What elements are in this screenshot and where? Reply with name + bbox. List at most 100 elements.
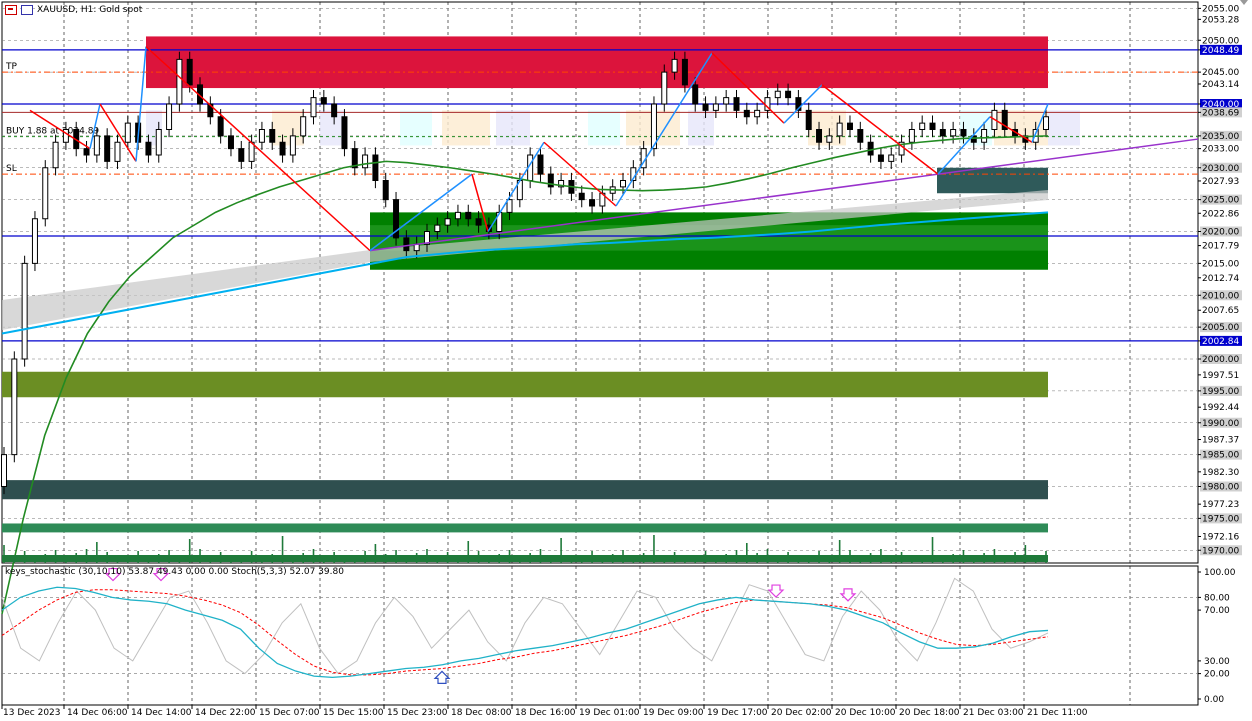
indicator-label: keys_stochastic (30,10,10) 53.87 49.43 0… [5,567,344,577]
candle-body [258,129,265,143]
candle-body [589,199,596,207]
candle-body [300,116,307,137]
price-tick-label: 2043.14 [1202,80,1239,90]
scroll-arrow-icon[interactable] [1240,0,1248,5]
candle-body [836,122,843,137]
candle-body [774,90,781,99]
candle-body [919,122,926,130]
candle-body [981,129,988,143]
time-tick-label: 13 Dec 2023 [3,708,61,718]
candle-body [929,122,936,130]
time-tick-label: 20 Dec 10:00 [835,708,896,718]
tp-label: TP [5,62,17,72]
time-tick-label: 15 Dec 07:00 [259,708,320,718]
candle-body [681,58,688,86]
time-tick-label: 15 Dec 23:00 [387,708,448,718]
candle-body [1,454,7,487]
price-tick-label: 2007.65 [1202,306,1239,316]
session-box [1048,110,1080,146]
candle-body [950,129,957,137]
price-tick-label: 2035.00 [1202,132,1239,142]
price-tick-label: 1982.30 [1202,468,1239,478]
candle-body [31,218,38,264]
candle-body [475,218,482,226]
price-tick-label: 2048.49 [1202,46,1239,56]
candle-body [1043,116,1049,130]
price-tick-label: 2015.00 [1202,259,1239,269]
time-tick-label: 14 Dec 22:00 [195,708,256,718]
buy-label: BUY 1.88 at 2034.89 [6,127,99,137]
time-tick-label: 15 Dec 15:00 [323,708,384,718]
price-tick-label: 1992.44 [1202,403,1239,413]
time-tick-label: 18 Dec 16:00 [515,708,576,718]
candle-body [52,141,59,169]
candle-body [723,97,730,105]
time-tick-label: 19 Dec 09:00 [643,708,704,718]
session-box [442,110,490,146]
candle-body [465,211,472,220]
candle-body [186,58,193,86]
session-box [400,110,432,146]
candle-body [238,148,245,162]
chart-icon [5,5,17,15]
candle-body [846,122,853,130]
candle-body [42,167,49,220]
candle-body [785,90,792,99]
candle-body [578,192,585,201]
price-tick-label: 2002.84 [1202,337,1239,347]
candle-body [227,135,234,150]
candle-body [269,129,276,143]
candle-body [805,109,812,130]
zone-resistance [146,36,1048,89]
zone-slate [2,480,1048,500]
symbol-label: XAUUSD, H1: Gold spot [37,5,143,15]
price-tick-label: 2010.00 [1202,291,1239,301]
session-box [588,110,620,146]
candle-body [155,129,162,156]
time-tick-label: 18 Dec 08:00 [451,708,512,718]
candle-body [21,262,28,360]
candle-body [217,116,224,137]
time-tick-label: 20 Dec 02:00 [771,708,832,718]
candle-body [310,97,317,118]
candle-body [11,358,18,456]
window-icon [21,5,33,15]
stoch-tick-label: 80.00 [1204,593,1230,603]
stoch-tick-label: 20.00 [1204,670,1230,680]
price-tick-label: 1970.00 [1202,546,1239,556]
volume-base [2,555,1048,562]
candle-body [176,58,183,105]
price-tick-label: 2053.28 [1202,15,1239,25]
chart-area[interactable]: 13 Dec 2023 14 Dec 06:00 14 Dec 14:00 14 De… [0,0,1252,721]
session-box [496,110,530,146]
zone-olive [2,371,1048,398]
price-tick-label: 2012.74 [1202,274,1239,284]
price-tick-label: 2045.00 [1202,68,1239,78]
candle-body [403,237,410,252]
candle-body [454,211,461,220]
stoch-tick-label: 0.00 [1204,695,1224,705]
price-tick-label: 1980.00 [1202,483,1239,493]
stoch-tick-label: 70.00 [1204,606,1230,616]
candle-body [341,116,348,150]
candle-body [83,148,90,156]
candle-body [620,180,627,188]
candle-body [733,97,740,111]
session-box [272,110,304,146]
candle-body [743,109,750,118]
candle-body [145,141,152,156]
price-tick-label: 2033.00 [1202,145,1239,155]
candle-body [434,224,441,232]
candle-body [857,129,864,143]
candle-body [320,97,327,105]
stoch-tick-label: 100.00 [1204,568,1236,578]
candle-body [382,180,389,201]
candle-body [104,135,111,162]
price-tick-label: 2025.00 [1202,196,1239,206]
candle-body [279,141,286,156]
price-tick-label: 2030.00 [1202,164,1239,174]
zone-seagreen [2,523,1048,533]
price-tick-label: 1995.00 [1202,387,1239,397]
candle-body [166,103,173,130]
time-tick-label: 14 Dec 14:00 [131,708,192,718]
